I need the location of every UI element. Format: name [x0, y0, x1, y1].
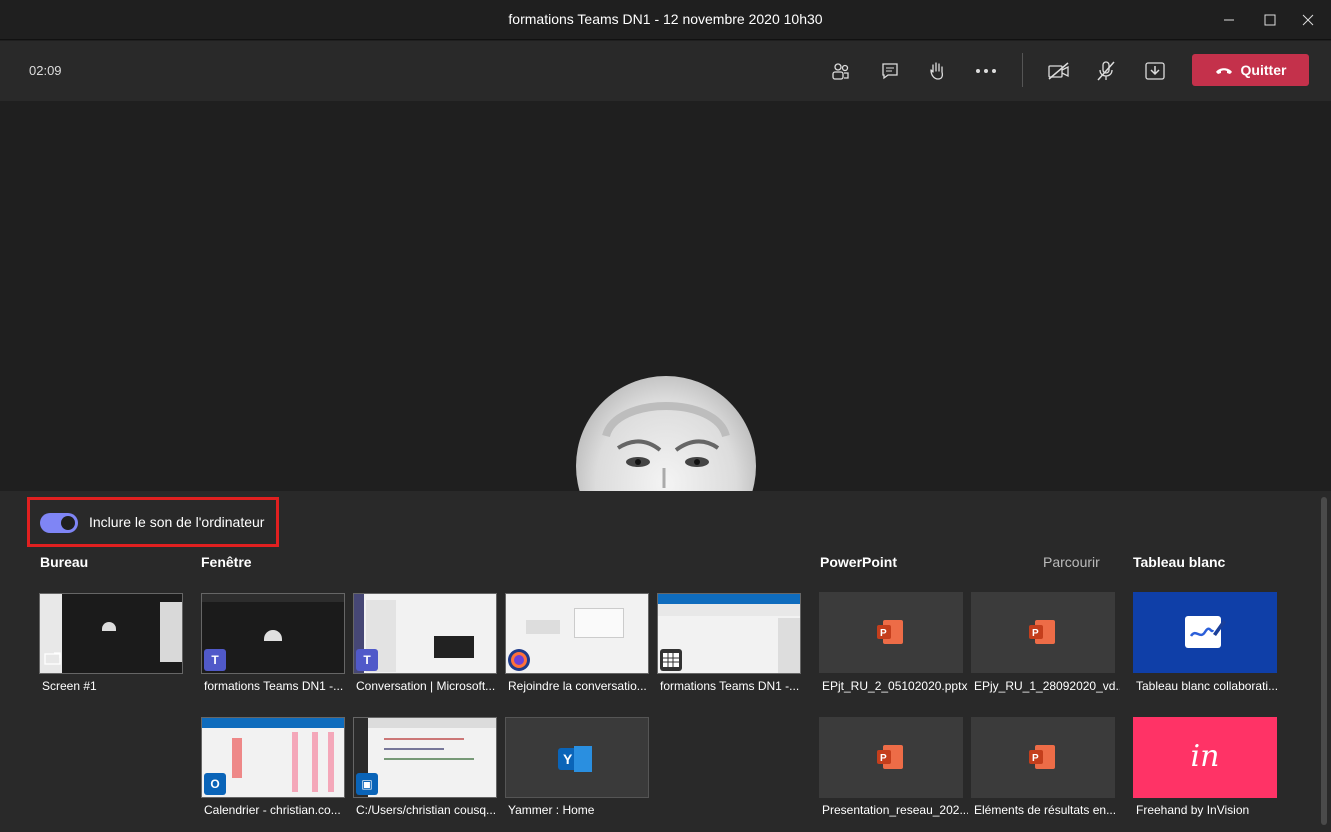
svg-text:P: P — [1032, 753, 1039, 764]
section-desktop: Bureau — [40, 554, 89, 570]
powerpoint-file-tile[interactable]: P — [971, 592, 1115, 673]
powerpoint-item-label: EPjt_RU_2_05102020.pptx — [822, 679, 968, 693]
svg-text:Y: Y — [563, 751, 573, 767]
window-item-label: formations Teams DN1 -... — [204, 679, 344, 693]
window-tile[interactable] — [657, 593, 801, 674]
outlook-app-icon: O — [204, 773, 226, 795]
powerpoint-item-label: Presentation_reseau_202... — [822, 803, 968, 817]
window-tile[interactable]: T — [201, 593, 345, 674]
whiteboard-icon — [1185, 616, 1226, 648]
camera-toggle-button[interactable] — [1044, 56, 1074, 86]
powerpoint-icon: P — [877, 745, 903, 769]
meeting-timer: 02:09 — [29, 63, 62, 78]
powerpoint-item-label: Eléments de résultats en... — [974, 803, 1117, 817]
teams-app-icon: T — [204, 649, 226, 671]
whiteboard-item-label: Tableau blanc collaborati... — [1136, 679, 1279, 693]
participants-icon — [832, 63, 849, 80]
maximize-icon — [1264, 14, 1276, 26]
title-bar: formations Teams DN1 - 12 novembre 2020 … — [0, 0, 1331, 40]
window-item-label: Conversation | Microsoft... — [356, 679, 496, 693]
powerpoint-icon: P — [877, 620, 903, 644]
share-tray-button[interactable] — [1140, 56, 1170, 86]
desktop-screen-tile[interactable] — [39, 593, 183, 674]
yammer-icon: Y — [558, 746, 592, 772]
firefox-app-icon — [508, 649, 530, 671]
teams-app-icon: T — [356, 649, 378, 671]
window-item-label: Yammer : Home — [508, 803, 595, 817]
close-icon — [1302, 14, 1314, 26]
powerpoint-file-tile[interactable]: P — [819, 592, 963, 673]
powerpoint-item-label: EPjy_RU_1_28092020_vd.... — [974, 679, 1120, 693]
participant-photo — [602, 402, 730, 488]
toggle-knob — [61, 516, 75, 530]
close-button[interactable] — [1285, 0, 1331, 40]
include-audio-toggle[interactable] — [40, 513, 78, 533]
invision-tile[interactable]: in — [1133, 717, 1277, 798]
whiteboard-tile[interactable] — [1133, 592, 1277, 673]
window-item-label: Rejoindre la conversatio... — [508, 679, 647, 693]
section-window: Fenêtre — [201, 554, 252, 570]
participant-avatar — [576, 376, 756, 491]
section-powerpoint: PowerPoint — [820, 554, 898, 570]
window-item-label: C:/Users/christian cousq... — [356, 803, 497, 817]
window-tile[interactable]: T — [353, 593, 497, 674]
minimize-button[interactable] — [1206, 0, 1252, 40]
share-tray-scrollbar[interactable] — [1321, 497, 1327, 825]
desktop-item-label: Screen #1 — [42, 679, 97, 693]
window-tile[interactable]: O — [201, 717, 345, 798]
toolbar-separator — [1022, 53, 1023, 87]
minimize-icon — [1224, 19, 1234, 21]
window-item-label: formations Teams DN1 -... — [660, 679, 800, 693]
raise-hand-button[interactable] — [922, 56, 952, 86]
chat-button[interactable] — [875, 56, 905, 86]
share-tray: Inclure le son de l'ordinateur Bureau Fe… — [0, 491, 1331, 832]
svg-text:P: P — [880, 628, 887, 639]
share-tray-icon — [1145, 62, 1165, 80]
powerpoint-icon: P — [1029, 745, 1055, 769]
powerpoint-icon: P — [1029, 620, 1055, 644]
whiteboard-item-label: Freehand by InVision — [1136, 803, 1250, 817]
window-title: formations Teams DN1 - 12 novembre 2020 … — [508, 11, 823, 27]
window-tile[interactable] — [505, 593, 649, 674]
raise-hand-icon — [930, 62, 944, 80]
powerpoint-file-tile[interactable]: P — [819, 717, 963, 798]
mic-off-icon — [1097, 61, 1115, 81]
chat-icon — [882, 63, 898, 80]
more-icon — [976, 69, 996, 73]
meeting-toolbar: 02:09 Quitter — [0, 41, 1331, 101]
more-actions-button[interactable] — [971, 56, 1001, 86]
leave-label: Quitter — [1240, 62, 1287, 78]
svg-text:P: P — [1032, 628, 1039, 639]
hang-up-icon — [1215, 68, 1232, 74]
mic-toggle-button[interactable] — [1091, 56, 1121, 86]
calendar-grid-icon — [660, 649, 682, 671]
powerpoint-file-tile[interactable]: P — [971, 717, 1115, 798]
leave-button[interactable]: Quitter — [1192, 54, 1309, 86]
monitor-icon — [42, 649, 64, 671]
window-tile[interactable]: Y — [505, 717, 649, 798]
invision-logo-icon: in — [1190, 739, 1220, 774]
window-item-label: Calendrier - christian.co... — [204, 803, 341, 817]
svg-text:P: P — [880, 753, 887, 764]
window-tile[interactable]: ▣ — [353, 717, 497, 798]
section-whiteboard: Tableau blanc — [1133, 554, 1226, 570]
participants-button[interactable] — [826, 56, 856, 86]
include-audio-label: Inclure le son de l'ordinateur — [89, 514, 265, 530]
browse-link[interactable]: Parcourir — [1043, 554, 1100, 570]
editor-app-icon: ▣ — [356, 773, 378, 795]
camera-off-icon — [1048, 62, 1069, 80]
video-stage — [0, 101, 1331, 491]
